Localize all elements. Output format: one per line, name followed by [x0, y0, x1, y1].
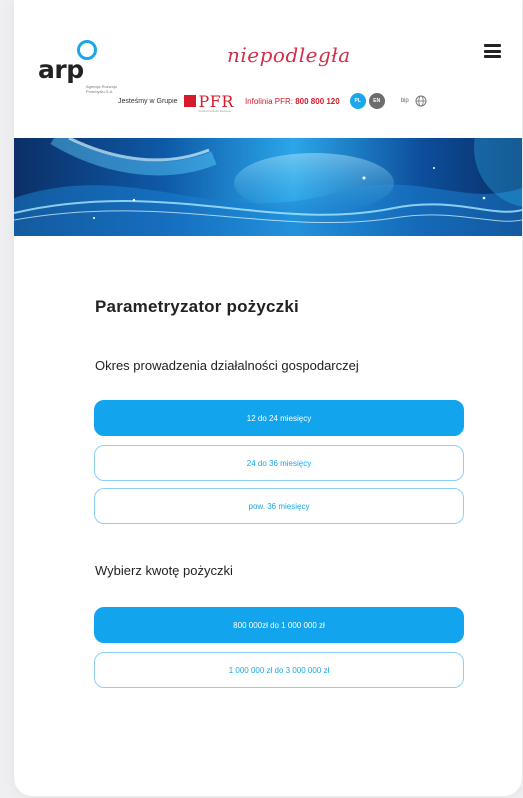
- group-text: Jesteśmy w Grupie: [118, 97, 178, 105]
- infolinia[interactable]: Infolinia PFR: 800 800 120: [245, 97, 340, 106]
- hero-banner: [14, 138, 522, 236]
- period-option-36-plus[interactable]: pow. 36 miesięcy: [94, 488, 464, 524]
- infolinia-number: 800 800 120: [295, 96, 340, 106]
- pfr-logo[interactable]: PFR Polski Fundusz Rozwoju: [183, 92, 234, 113]
- globe-icon[interactable]: [415, 95, 427, 107]
- page-frame: arp Agencja Rozwoju Przemysłu S.A. niepo…: [14, 0, 522, 796]
- amount-option-1m-3m[interactable]: 1 000 000 zł do 3 000 000 zł: [94, 652, 464, 688]
- lang-pl-button[interactable]: PL: [349, 93, 366, 109]
- menu-icon[interactable]: [484, 44, 501, 58]
- lang-en-button[interactable]: EN: [368, 93, 385, 109]
- logo-subtitle: Agencja Rozwoju Przemysłu S.A.: [86, 84, 117, 94]
- banner-graphic: [14, 138, 522, 236]
- niepodlegla-logo: niepodległa: [227, 43, 351, 67]
- period-option-12-24[interactable]: 12 do 24 miesięcy: [94, 400, 464, 436]
- pfr-subtitle: Polski Fundusz Rozwoju: [198, 108, 232, 113]
- header-meta-row: Jesteśmy w Grupie PFR Polski Fundusz Roz…: [118, 90, 427, 113]
- page-title: Parametryzator pożyczki: [95, 297, 299, 316]
- pfr-mark-icon: [183, 95, 196, 107]
- amount-option-800k-1m[interactable]: 800 000zł do 1 000 000 zł: [94, 607, 464, 643]
- bip-link[interactable]: bip: [401, 98, 409, 104]
- period-label: Okres prowadzenia działalności gospodarc…: [95, 358, 359, 373]
- infolinia-label: Infolinia PFR:: [244, 96, 293, 106]
- amount-label: Wybierz kwotę pożyczki: [95, 563, 233, 578]
- logo-text: arp: [38, 55, 84, 84]
- period-option-24-36[interactable]: 24 do 36 miesięcy: [94, 445, 464, 481]
- arp-logo[interactable]: arp Agencja Rozwoju Przemysłu S.A.: [38, 40, 117, 120]
